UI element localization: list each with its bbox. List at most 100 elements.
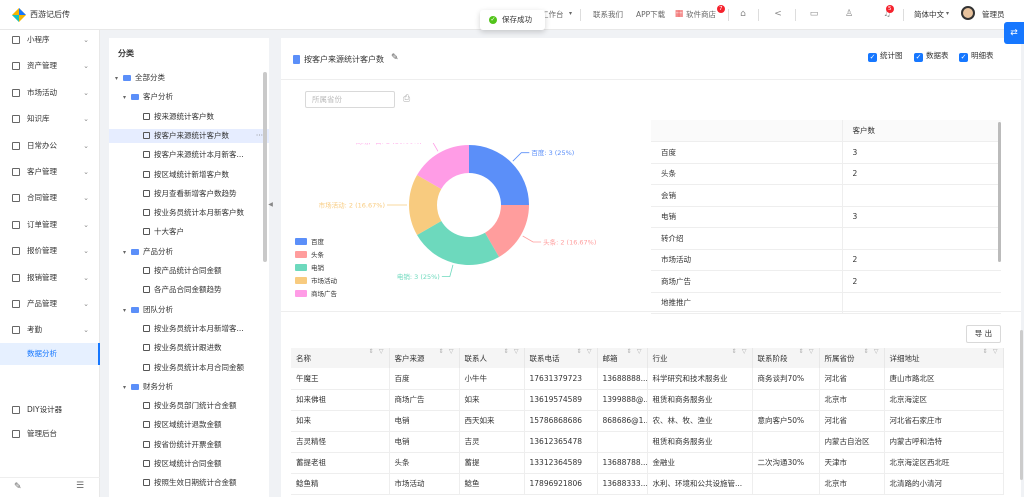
table-row[interactable]: 如来佛祖 商场广告 如来 13619574589 1399888@... 租赁和商务服务业… (291, 389, 1004, 411)
tree-report-item[interactable]: 各产品合同金额趋势 (109, 283, 269, 297)
print-icon[interactable]: ⎙ (403, 94, 410, 104)
bookmark-icon[interactable]: ▭ (808, 8, 820, 20)
language-selector[interactable]: 简体中文 (914, 9, 944, 20)
tree-report-item[interactable]: 按月查看新增客户数趋势 (109, 187, 269, 201)
table-row[interactable]: 如来 电销 西天如来 15786868686 868686@1... 农、林、牧、渔业 意向… (291, 410, 1004, 432)
tree-report-item[interactable]: 按业务员统计本月合同金额 (109, 361, 269, 375)
sidebar-item[interactable]: 客户管理 ⌄ (0, 162, 100, 182)
filter-icon[interactable]: ▽ (742, 348, 747, 355)
tree-report-item[interactable]: 按区域统计退款金额 (109, 418, 269, 432)
toggle-detail-table[interactable]: ✓ 明细表 (959, 50, 994, 62)
nav-app-download[interactable]: APP下载 (636, 9, 665, 20)
tree-report-item[interactable]: 按区域统计合同金额 (109, 457, 269, 471)
sort-icon[interactable]: ⇕ (982, 348, 987, 355)
sort-icon[interactable]: ⇕ (576, 348, 581, 355)
collapse-panel-icon[interactable]: ◀ (268, 196, 273, 214)
column-header[interactable]: 客户来源 ⇕ ▽ (389, 348, 460, 368)
sort-icon[interactable]: ⇕ (368, 348, 373, 355)
tree-folder[interactable]: ▾ 全部分类 (109, 71, 269, 85)
column-header[interactable]: 联系电话 ⇕ ▽ (524, 348, 598, 368)
sort-icon[interactable]: ⇕ (626, 348, 631, 355)
legend-swatch[interactable] (295, 251, 307, 258)
tree-folder[interactable]: ▾ 财务分析 (109, 380, 269, 394)
sort-icon[interactable]: ⇕ (503, 348, 508, 355)
column-header[interactable]: 联系人 ⇕ ▽ (459, 348, 525, 368)
sidebar-item[interactable]: 小程序 ⌄ (0, 30, 100, 50)
nav-store[interactable]: 软件商店 (686, 9, 716, 20)
sort-icon[interactable]: ⇕ (438, 348, 443, 355)
tshirt-icon[interactable]: ♙ (843, 8, 855, 20)
column-header[interactable]: 所属省份 ⇕ ▽ (819, 348, 885, 368)
sort-icon[interactable]: ⇕ (863, 348, 868, 355)
sidebar-item[interactable]: 报价管理 ⌄ (0, 241, 100, 261)
column-header[interactable]: 邮箱 ⇕ ▽ (597, 348, 648, 368)
more-icon[interactable]: ··· (256, 129, 263, 143)
toggle-data-table[interactable]: ✓ 数据表 (914, 50, 949, 62)
sort-icon[interactable]: ⇕ (798, 348, 803, 355)
legend-swatch[interactable] (295, 277, 307, 284)
legend-swatch[interactable] (295, 264, 307, 271)
tree-report-item[interactable]: 按客户来源统计客户数 ··· (109, 128, 269, 143)
sidebar-subitem-active[interactable]: 数据分析 (0, 343, 100, 365)
tree-report-item[interactable]: 按产品统计合同金额 (109, 264, 269, 278)
sidebar-item[interactable]: 订单管理 ⌄ (0, 215, 100, 235)
sidebar-bottom-item[interactable]: 管理后台 (0, 424, 100, 444)
summary-table-scrollbar[interactable] (998, 122, 1001, 262)
menu-fold-icon[interactable]: ☰ (76, 481, 84, 491)
export-button[interactable]: 导 出 (966, 325, 1001, 343)
sidebar-item[interactable]: 产品管理 ⌄ (0, 294, 100, 314)
column-header[interactable]: 行业 ⇕ ▽ (647, 348, 753, 368)
filter-icon[interactable]: ▽ (637, 348, 642, 355)
tree-report-item[interactable]: 按客户来源统计本月新客... (109, 148, 269, 162)
column-header[interactable]: 详细地址 ⇕ ▽ (884, 348, 1004, 368)
table-row[interactable]: 鲶鱼精 市场活动 鲶鱼 17896921806 13688333... 水利、环境和公共设… (291, 473, 1004, 495)
avatar[interactable] (961, 6, 975, 20)
table-row[interactable]: 蓄提老祖 头条 蓄提 13312364589 13688788... 金融业 二次沟通30%… (291, 452, 1004, 474)
tree-report-item[interactable]: 按照生效日期统计合金额 (109, 476, 269, 490)
user-name[interactable]: 管理员 (982, 9, 1005, 20)
home-icon[interactable]: ⌂ (737, 8, 749, 20)
tree-report-item[interactable]: 按来源统计客户数 (109, 110, 269, 124)
sidebar-item[interactable]: 报销管理 ⌄ (0, 268, 100, 288)
table-row[interactable]: 午魔王 百度 小牛牛 17631379723 13688888... 科学研究和技术服务业… (291, 368, 1004, 390)
tree-report-item[interactable]: 按业务员部门统计合金额 (109, 399, 269, 413)
sort-icon[interactable]: ⇕ (731, 348, 736, 355)
tree-report-item[interactable]: 按省份统计开票金额 (109, 438, 269, 452)
sidebar-item[interactable]: 知识库 ⌄ (0, 109, 100, 129)
tree-report-item[interactable]: 按业务员统计本月新客户数 (109, 206, 269, 220)
feedback-icon[interactable]: ⇄ (1004, 22, 1024, 44)
sidebar-bottom-item[interactable]: DIY设计器 (0, 400, 100, 420)
table-row[interactable]: 吉灵精怪 电销 吉灵 13612365478 租赁和商务服务业 内蒙古自治区 内蒙古呼和浩特 (291, 431, 1004, 453)
filter-icon[interactable]: ▽ (809, 348, 814, 355)
filter-icon[interactable]: ▽ (993, 348, 998, 355)
tree-scrollbar[interactable] (263, 72, 267, 262)
share-icon[interactable]: < (772, 8, 784, 20)
sidebar-item[interactable]: 市场活动 ⌄ (0, 83, 100, 103)
filter-icon[interactable]: ▽ (587, 348, 592, 355)
province-filter[interactable]: 所属省份 (305, 91, 395, 108)
sidebar-item[interactable]: 考勤 ⌄ (0, 320, 100, 340)
filter-icon[interactable]: ▽ (514, 348, 519, 355)
tree-report-item[interactable]: 按业务员统计跟进数 (109, 341, 269, 355)
tree-report-item[interactable]: 十大客户 (109, 225, 269, 239)
sidebar-item[interactable]: 合同管理 ⌄ (0, 188, 100, 208)
sidebar-item[interactable]: 资产管理 ⌄ (0, 56, 100, 76)
tree-report-item[interactable]: 按区域统计新增客户数 (109, 168, 269, 182)
toggle-chart[interactable]: ✓ 统计图 (868, 50, 903, 62)
edit-icon[interactable]: ✎ (14, 482, 22, 492)
sidebar-item[interactable]: 日常办公 ⌄ (0, 136, 100, 156)
legend-swatch[interactable] (295, 238, 307, 245)
nav-contact[interactable]: 联系我们 (593, 9, 623, 20)
page-scrollbar[interactable] (1020, 330, 1023, 480)
tree-folder[interactable]: ▾ 团队分析 (109, 303, 269, 317)
filter-icon[interactable]: ▽ (874, 348, 879, 355)
tree-folder[interactable]: ▾ 产品分析 (109, 245, 269, 259)
filter-icon[interactable]: ▽ (379, 348, 384, 355)
tree-report-item[interactable]: 按业务员统计本月新增客... (109, 322, 269, 336)
edit-title-icon[interactable]: ✎ (391, 53, 399, 63)
column-header[interactable]: 名称 ⇕ ▽ (291, 348, 390, 368)
legend-swatch[interactable] (295, 290, 307, 297)
column-header[interactable]: 联系阶段 ⇕ ▽ (752, 348, 820, 368)
filter-icon[interactable]: ▽ (449, 348, 454, 355)
tree-folder[interactable]: ▾ 客户分析 (109, 90, 269, 104)
